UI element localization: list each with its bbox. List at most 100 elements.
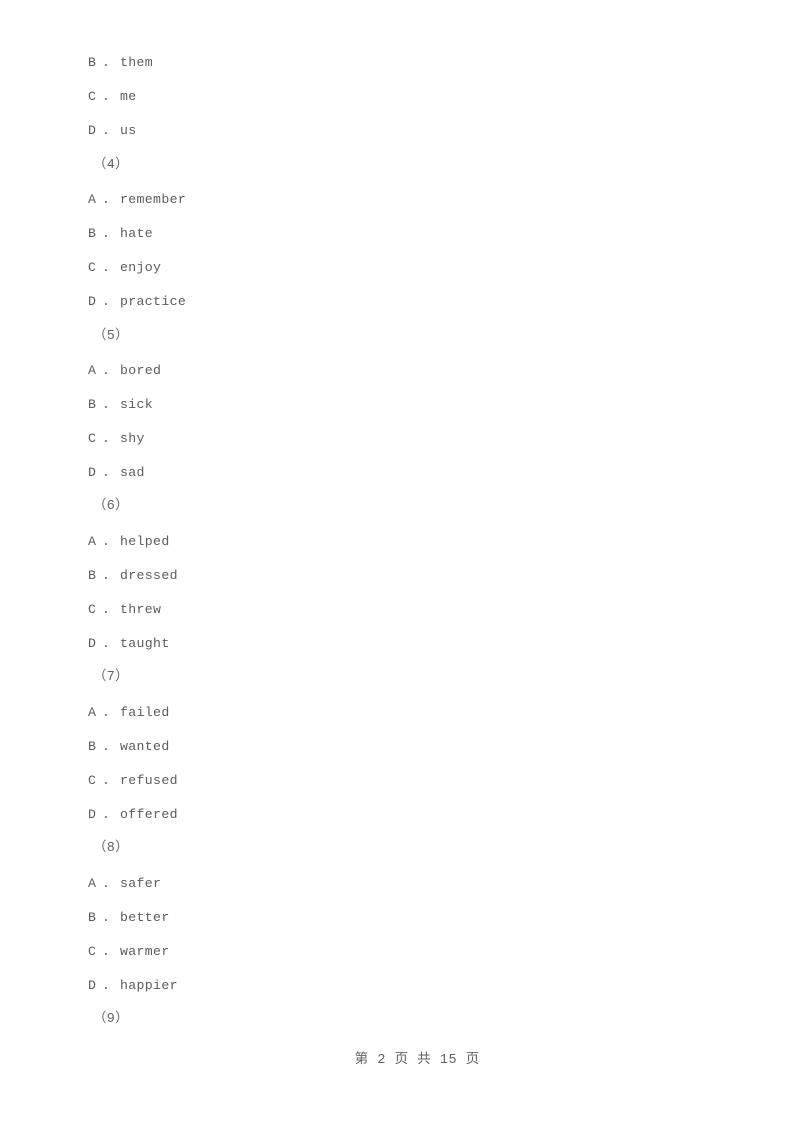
answer-option-row: B. them [88, 46, 708, 80]
option-separator: . [102, 602, 111, 617]
option-letter: D [88, 123, 97, 139]
option-separator: . [102, 943, 111, 959]
answer-option-row: B. sick [88, 388, 708, 422]
answer-option-row: C. refused [88, 764, 708, 798]
answer-option-row: C. me [88, 80, 708, 114]
option-letter: B [88, 396, 97, 412]
option-separator: . [102, 191, 111, 207]
option-letter: B [88, 225, 97, 241]
answer-option-row: A. helped [88, 525, 708, 559]
option-text: happier [120, 978, 178, 994]
question-number-text: （9） [93, 1012, 129, 1028]
option-text: us [120, 123, 137, 139]
question-number-label: （4） [88, 149, 708, 183]
answer-option-row: C. threw [88, 593, 708, 627]
document-page: B. them C. me D. us （4） A. remember B. hate C. enjoy… [0, 0, 800, 1132]
option-text: warmer [120, 943, 170, 959]
option-text: better [120, 909, 170, 925]
answer-option-row: B. dressed [88, 559, 708, 593]
option-text: them [120, 55, 154, 70]
option-letter: D [88, 294, 97, 310]
option-separator: . [102, 396, 111, 412]
option-text: offered [120, 807, 178, 823]
option-letter: B [88, 738, 97, 754]
answer-option-row: C. enjoy [88, 251, 708, 285]
question-number-text: （6） [93, 499, 129, 515]
option-separator: . [102, 533, 111, 549]
option-separator: . [102, 123, 111, 139]
option-text: practice [120, 294, 187, 310]
answer-option-row: D. offered [88, 798, 708, 832]
option-separator: . [102, 704, 111, 720]
question-number-label: （7） [88, 661, 708, 695]
option-text: taught [120, 636, 170, 652]
question-number-text: （5） [93, 328, 129, 344]
answer-option-row: B. hate [88, 217, 708, 251]
page-footer: 第 2 页 共 15 页 [0, 1032, 800, 1083]
option-letter: C [88, 431, 97, 447]
option-letter: D [88, 978, 97, 994]
answer-option-row: C. shy [88, 422, 708, 456]
option-text: failed [120, 704, 170, 720]
page-number-label: 第 2 页 共 15 页 [354, 1053, 480, 1068]
option-text: bored [120, 362, 162, 378]
answer-option-row: A. failed [88, 696, 708, 730]
question-number-text: （8） [93, 841, 129, 857]
question-number-label: （5） [88, 320, 708, 354]
option-letter: A [88, 533, 97, 549]
option-separator: . [102, 772, 111, 788]
option-letter: A [88, 191, 97, 207]
answer-option-row: C. warmer [88, 935, 708, 969]
answer-option-row: B. better [88, 901, 708, 935]
question-number-label: （6） [88, 490, 708, 524]
option-letter: D [88, 636, 97, 652]
question-option-list: B. them C. me D. us （4） A. remember B. hate C. enjoy… [88, 46, 708, 1037]
option-separator: . [102, 431, 111, 447]
answer-option-row: A. remember [88, 183, 708, 217]
option-text: threw [120, 602, 162, 617]
option-separator: . [102, 294, 111, 310]
option-letter: D [88, 465, 97, 481]
option-separator: . [102, 567, 111, 583]
option-text: hate [120, 225, 154, 241]
option-text: helped [120, 533, 170, 549]
option-separator: . [102, 225, 111, 241]
answer-option-row: D. taught [88, 627, 708, 661]
answer-option-row: D. practice [88, 285, 708, 319]
question-number-label: （8） [88, 832, 708, 866]
option-text: remember [120, 191, 187, 207]
option-separator: . [102, 55, 111, 70]
option-separator: . [102, 362, 111, 378]
option-letter: C [88, 772, 97, 788]
answer-option-row: A. bored [88, 354, 708, 388]
answer-option-row: D. happier [88, 969, 708, 1003]
option-separator: . [102, 738, 111, 754]
option-letter: B [88, 55, 97, 70]
option-letter: C [88, 89, 97, 105]
option-text: shy [120, 431, 145, 447]
option-text: wanted [120, 738, 170, 754]
option-letter: B [88, 567, 97, 583]
option-letter: A [88, 362, 97, 378]
option-separator: . [102, 909, 111, 925]
option-text: enjoy [120, 260, 162, 276]
option-letter: A [88, 875, 97, 891]
question-number-text: （4） [93, 157, 129, 173]
answer-option-row: A. safer [88, 867, 708, 901]
option-text: dressed [120, 567, 178, 583]
option-letter: C [88, 260, 97, 276]
option-text: sick [120, 396, 154, 412]
option-letter: A [88, 704, 97, 720]
question-number-text: （7） [93, 670, 129, 686]
option-separator: . [102, 89, 111, 105]
option-separator: . [102, 636, 111, 652]
option-letter: C [88, 943, 97, 959]
option-separator: . [102, 875, 111, 891]
option-letter: B [88, 909, 97, 925]
option-text: sad [120, 465, 145, 481]
answer-option-row: D. sad [88, 456, 708, 490]
answer-option-row: D. us [88, 114, 708, 148]
option-separator: . [102, 807, 111, 823]
option-letter: C [88, 602, 97, 617]
option-separator: . [102, 465, 111, 481]
